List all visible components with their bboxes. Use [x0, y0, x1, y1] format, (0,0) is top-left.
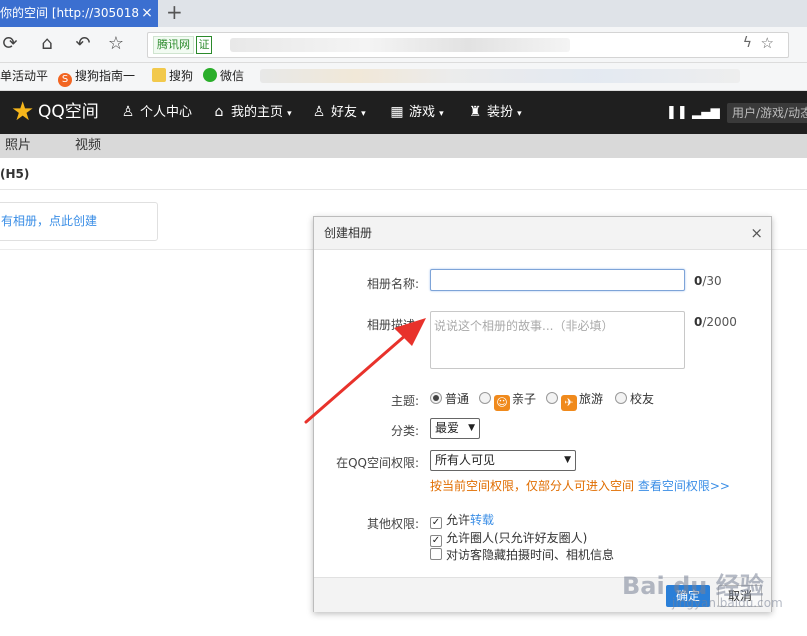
- checkbox: [430, 548, 442, 560]
- nav-my-home[interactable]: ⌂ 我的主页 ▾: [211, 91, 292, 134]
- site-badge: 腾讯网: [153, 36, 194, 54]
- folder-icon: [152, 68, 166, 82]
- tab-photos[interactable]: 照片: [5, 134, 31, 158]
- url-text-blurred: [230, 38, 570, 52]
- qzone-logo[interactable]: QQ空间: [38, 91, 99, 134]
- bookmark-item[interactable]: 搜狗: [152, 63, 193, 90]
- browser-tab-active[interactable]: 你的空间 [http://305018 ×: [0, 0, 158, 27]
- album-name-label: 相册名称:: [366, 277, 419, 291]
- theme-radio-family[interactable]: ☺ 亲子: [479, 391, 536, 411]
- album-name-input[interactable]: [430, 269, 685, 291]
- dialog-title: 创建相册: [324, 226, 373, 240]
- lightning-icon[interactable]: ϟ: [743, 35, 752, 51]
- category-label: 分类:: [390, 424, 419, 438]
- radio: [546, 392, 558, 404]
- checkbox-checked: ✓: [430, 517, 442, 529]
- friends-icon: ♙: [312, 104, 326, 120]
- bookmark-item[interactable]: S 搜狗指南一: [58, 63, 135, 90]
- person-icon: ♙: [121, 104, 135, 120]
- pause-icon[interactable]: ❚❚: [666, 91, 688, 134]
- qzone-navbar: ★ QQ空间 ♙ 个人中心 ⌂ 我的主页 ▾ ♙ 好友 ▾ ▦ 游戏 ▾ ♜ 装扮 ▾ ❚…: [0, 91, 807, 134]
- close-icon[interactable]: ×: [750, 217, 763, 249]
- family-theme-icon: ☺: [494, 395, 510, 411]
- desc-placeholder: 说说这个相册的故事...（非必填）: [434, 319, 614, 333]
- tab-videos[interactable]: 视频: [75, 134, 101, 158]
- refresh-icon[interactable]: ⟳: [0, 34, 20, 54]
- theme-radio-travel[interactable]: ✈ 旅游: [546, 391, 603, 411]
- travel-theme-icon: ✈: [561, 395, 577, 411]
- url-field[interactable]: 腾讯网 证 ϟ ☆: [147, 32, 789, 58]
- album-desc-textarea[interactable]: 说说这个相册的故事...（非必填）: [430, 311, 685, 369]
- nav-search-input[interactable]: 用户/游戏/动态: [727, 103, 807, 123]
- other-perm-label: 其他权限:: [366, 517, 419, 531]
- dropdown-arrow-icon: ▼: [564, 455, 571, 465]
- tab-title: 你的空间 [http://305018: [0, 6, 140, 20]
- hide-exif-checkbox[interactable]: 对访客隐藏拍摄时间、相机信息: [430, 548, 614, 562]
- new-tab-button[interactable]: +: [166, 0, 183, 27]
- allow-circle-checkbox[interactable]: ✓ 允许圈人(只允许好友圈人): [430, 531, 587, 547]
- perm-select[interactable]: 所有人可见 ▼: [430, 450, 576, 471]
- theme-label: 主题:: [390, 394, 419, 408]
- radio: [479, 392, 491, 404]
- bookmarks-blurred: [260, 69, 740, 83]
- signal-icon[interactable]: ▂▄▆: [692, 91, 720, 134]
- album-subnav: 照片 视频: [0, 134, 807, 158]
- nav-dressup[interactable]: ♜ 装扮 ▾: [467, 91, 522, 134]
- home-icon: ⌂: [214, 104, 224, 120]
- qzone-star-icon[interactable]: ★: [11, 99, 37, 125]
- wechat-icon: [203, 68, 217, 82]
- sogou-icon: S: [58, 73, 72, 87]
- nav-personal-center[interactable]: ♙ 个人中心: [120, 91, 192, 134]
- radio-selected: [430, 392, 442, 404]
- address-toolbar: ⟳ ⌂ ↶ ☆ 腾讯网 证 ϟ ☆: [0, 27, 807, 63]
- nav-games[interactable]: ▦ 游戏 ▾: [389, 91, 443, 134]
- perm-label: 在QQ空间权限:: [336, 456, 419, 470]
- shirt-icon: ♜: [468, 104, 482, 120]
- bookmarks-bar: 单活动平 S 搜狗指南一 搜狗 微信: [0, 63, 807, 91]
- cert-badge[interactable]: 证: [196, 36, 212, 54]
- nav-friends[interactable]: ♙ 好友 ▾: [311, 91, 366, 134]
- dropdown-arrow-icon: ▼: [468, 423, 475, 433]
- h5-label: (H5): [0, 159, 807, 190]
- checkbox-checked: ✓: [430, 535, 442, 547]
- home-icon[interactable]: ⌂: [37, 34, 57, 54]
- allow-repost-checkbox[interactable]: ✓ 允许转载: [430, 513, 494, 529]
- tab-close-icon[interactable]: ×: [138, 0, 156, 27]
- undo-icon[interactable]: ↶: [73, 34, 93, 54]
- grid-icon: ▦: [390, 104, 404, 120]
- view-perm-link[interactable]: 查看空间权限>>: [638, 479, 730, 493]
- album-desc-label: 相册描述:: [366, 318, 419, 332]
- bookmark-item[interactable]: 单活动平: [0, 63, 48, 90]
- browser-tab-bar: 你的空间 [http://305018 × +: [0, 0, 807, 27]
- album-desc-counter: 0/2000: [694, 315, 737, 329]
- dialog-header: 创建相册 ×: [314, 217, 771, 250]
- star-icon[interactable]: ☆: [106, 34, 126, 54]
- bookmark-item[interactable]: 微信: [203, 63, 244, 90]
- radio: [615, 392, 627, 404]
- create-album-card[interactable]: 有相册，点此创建: [0, 202, 158, 241]
- theme-radio-alumni[interactable]: 校友: [615, 391, 654, 407]
- bookmark-star-icon[interactable]: ☆: [761, 34, 774, 52]
- perm-note: 按当前空间权限，仅部分人可进入空间 查看空间权限>>: [430, 479, 730, 493]
- create-album-link[interactable]: 有相册，点此创建: [1, 203, 97, 240]
- album-name-counter: 0/30: [694, 274, 722, 288]
- category-select[interactable]: 最爱 ▼: [430, 418, 480, 439]
- baidu-watermark-url: jingyan.baidu.com: [672, 596, 783, 610]
- theme-radio-normal[interactable]: 普通: [430, 391, 469, 407]
- create-album-dialog: 创建相册 × 相册名称: 0/30 相册描述: 说说这个相册的故事...（非必填…: [313, 216, 772, 612]
